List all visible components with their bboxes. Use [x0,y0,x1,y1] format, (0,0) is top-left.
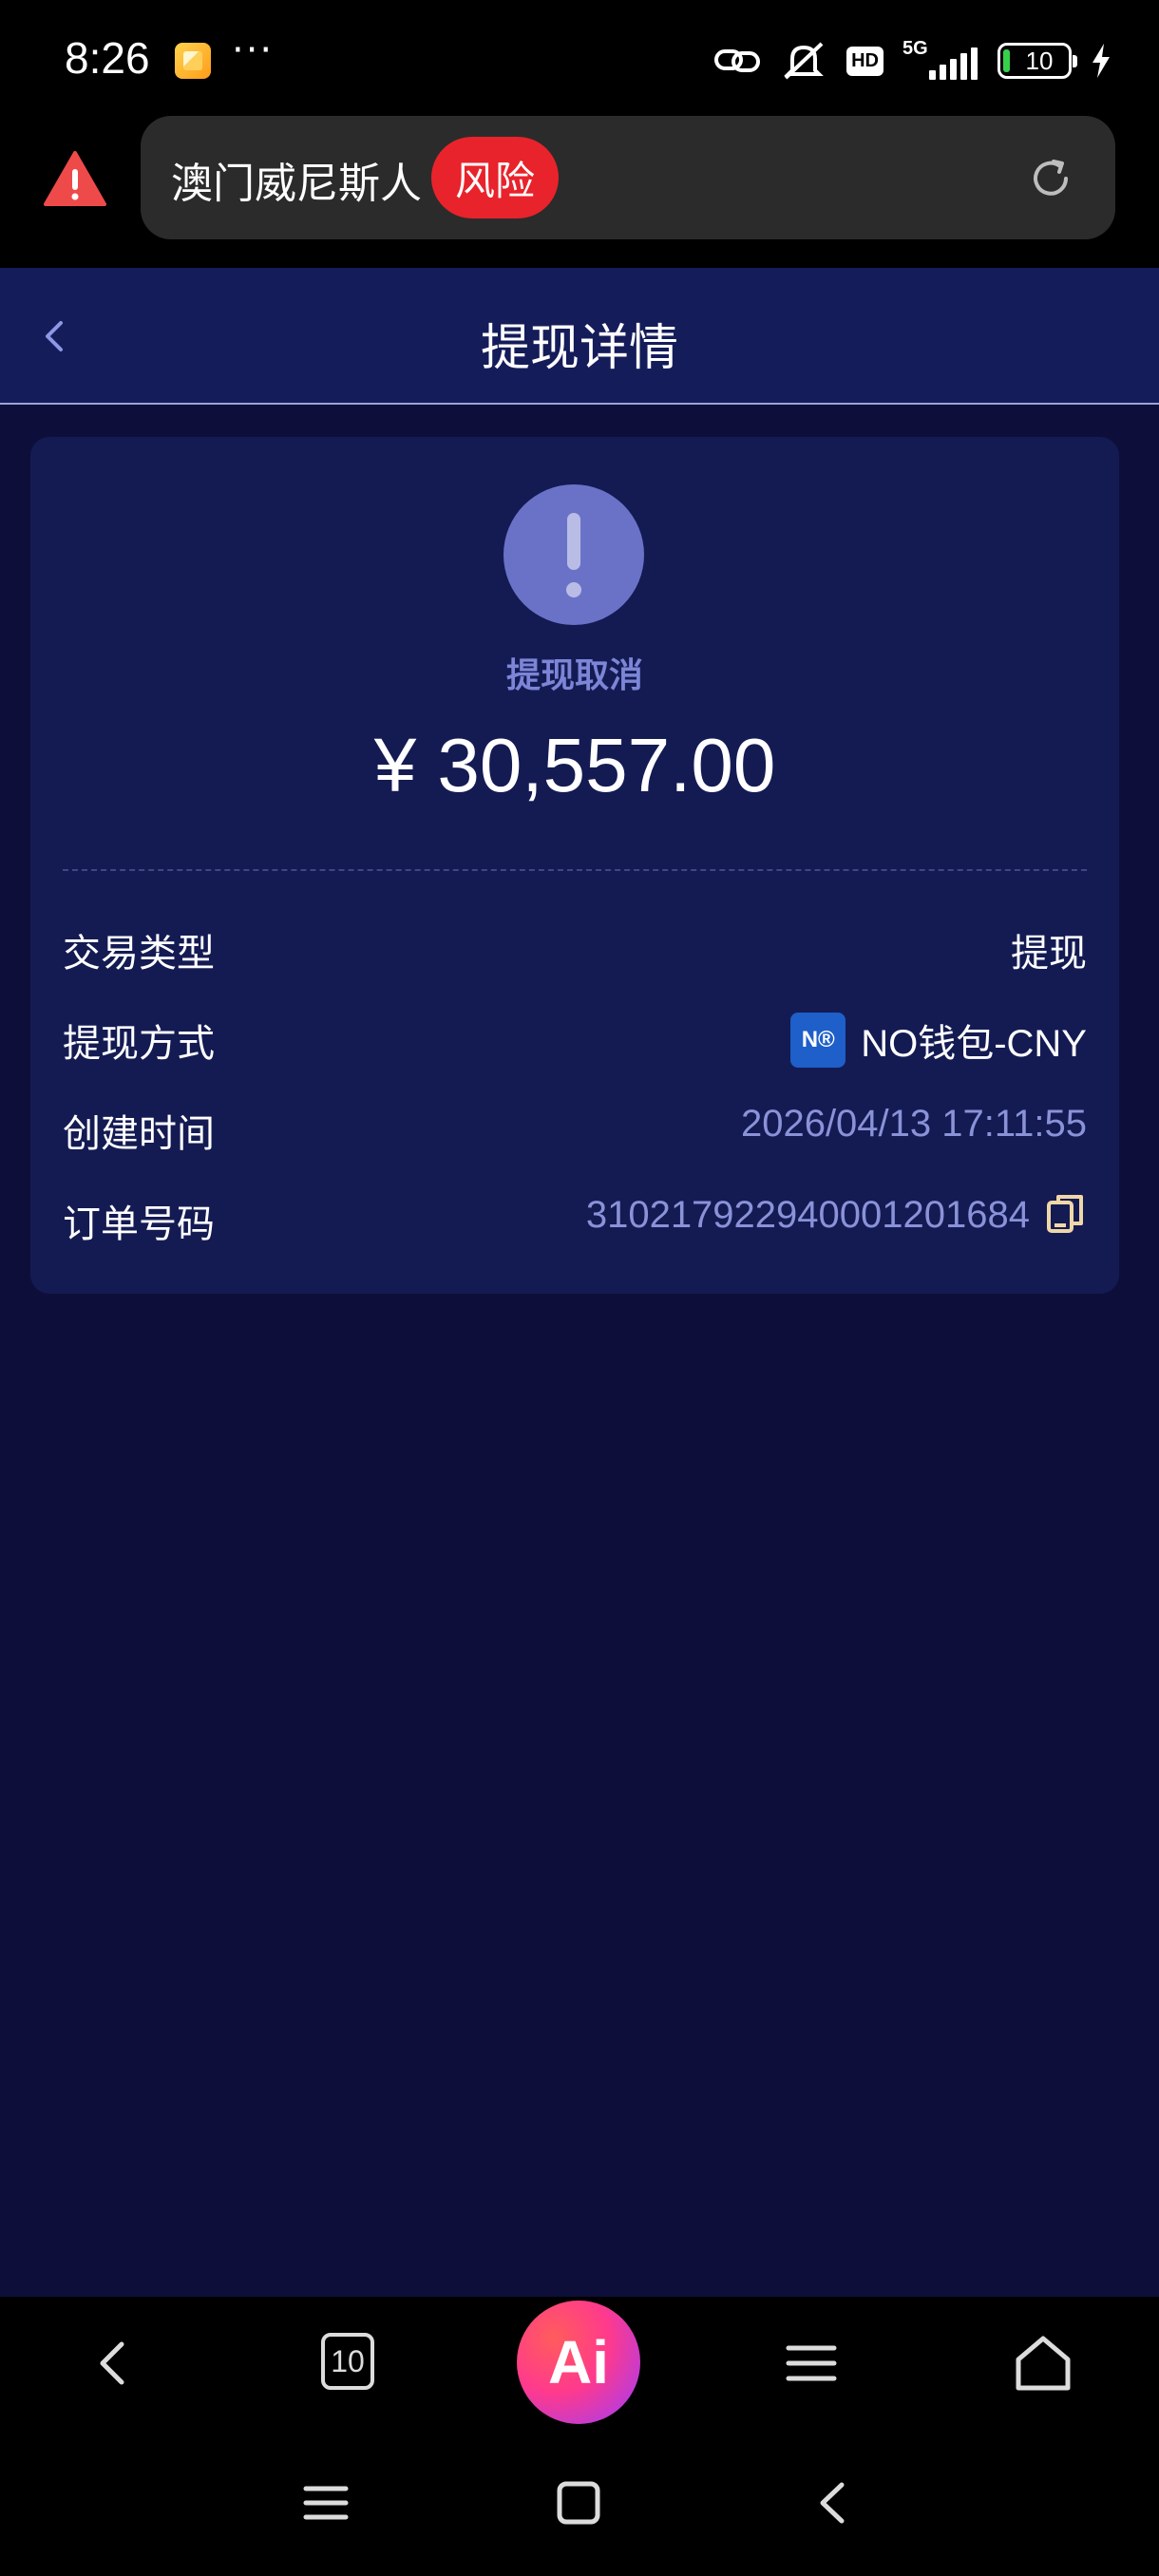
status-bar: 8:26 ··· HD 5G 10 [0,0,1159,116]
charging-icon [1092,44,1110,78]
recents-icon[interactable] [302,2479,350,2527]
reload-icon[interactable] [1028,156,1074,201]
row-transaction-type: 交易类型 提现 [63,917,1087,975]
row-order-number: 订单号码 3102179229400012016​84 [63,1187,1087,1246]
warning-triangle-icon[interactable] [44,150,106,207]
app-header: 提现详情 [0,268,1159,405]
withdrawal-detail-card: 提现取消 ¥ 30,557.00 交易类型 提现 提现方式 N® NO钱包-CN… [30,437,1119,1294]
browser-address-bar: 澳门威尼斯人 风险 [0,116,1159,268]
row-value: N® NO钱包-CNY [790,1013,1087,1068]
row-value: 3102179229400012016​84 [586,1193,1087,1237]
url-text: 澳门威尼斯人 [171,160,422,208]
battery-icon: 10 [998,43,1077,79]
tabs-button[interactable]: 10 [321,2333,374,2390]
notification-app-icon [175,43,211,79]
page-title: 提现详情 [480,320,678,377]
row-value: 2026/04/13 17:11:55 [740,1103,1087,1145]
status-indicators: HD 5G 10 [713,34,1112,87]
exclamation-icon [504,484,644,625]
url-field[interactable]: 澳门威尼斯人 风险 [141,116,1115,239]
risk-badge[interactable]: 风险 [431,137,559,218]
row-created-time: 创建时间 2026/04/13 17:11:55 [63,1097,1087,1156]
amount: ¥ 30,557.00 [373,723,776,807]
link-icon [714,49,761,72]
system-nav-bar [0,2430,1159,2576]
copy-icon[interactable] [1045,1193,1087,1237]
hd-icon: HD [846,46,884,76]
system-home-icon[interactable] [555,2479,602,2527]
row-withdraw-method: 提现方式 N® NO钱包-CNY [63,1007,1087,1068]
row-value: 提现 [1011,933,1087,975]
row-label: 提现方式 [63,1022,215,1066]
method-text: NO钱包-CNY [861,1023,1087,1065]
row-label: 创建时间 [63,1112,215,1156]
ai-button[interactable]: Ai [517,2301,640,2424]
mute-bell-icon [784,42,824,80]
home-icon[interactable] [1009,2329,1077,2397]
menu-icon[interactable] [777,2329,846,2397]
signal-icon: 5G [902,38,978,82]
more-notifications-icon: ··· [232,28,275,72]
system-back-icon[interactable] [809,2479,857,2527]
browser-bottom-nav: 10 Ai [0,2297,1159,2430]
browser-back-icon[interactable] [80,2329,148,2397]
status-time: 8:26 [65,33,150,83]
row-label: 交易类型 [63,932,215,975]
status-label: 提现取消 [505,656,643,695]
no-wallet-logo: N® [790,1013,846,1068]
order-number-text: 3102179229400012016​84 [585,1193,1030,1236]
row-label: 订单号码 [63,1203,215,1246]
divider [63,869,1087,871]
